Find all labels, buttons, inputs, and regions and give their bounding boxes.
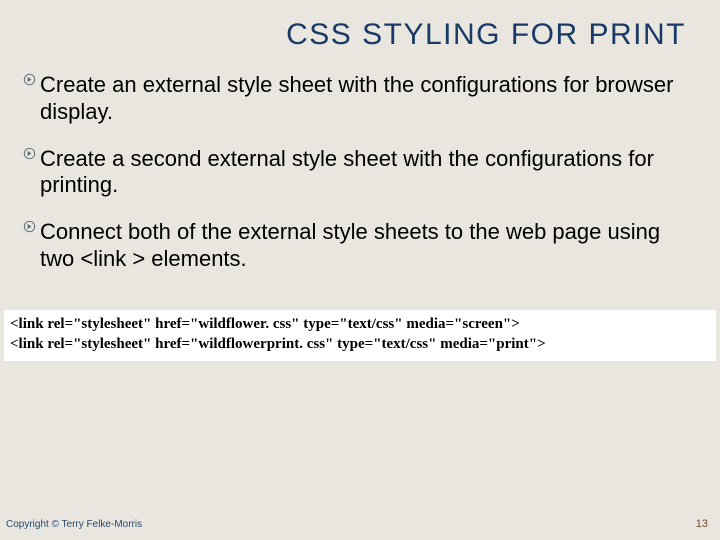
copyright-text: Copyright © Terry Felke-Morris: [6, 519, 142, 530]
code-line: <link rel="stylesheet" href="wildflower.…: [10, 314, 710, 334]
code-line: <link rel="stylesheet" href="wildflowerp…: [10, 334, 710, 354]
code-block: <link rel="stylesheet" href="wildflower.…: [4, 310, 716, 361]
bullet-marker-icon: [22, 72, 37, 87]
bullet-item: Create a second external style sheet wit…: [22, 146, 692, 200]
bullet-text: Create a second external style sheet wit…: [40, 146, 654, 198]
content-area: Create an external style sheet with the …: [22, 72, 692, 293]
bullet-text: Connect both of the external style sheet…: [40, 219, 660, 271]
page-number: 13: [696, 518, 708, 530]
slide-title: CSS STYLING FOR PRINT: [286, 18, 686, 52]
bullet-item: Connect both of the external style sheet…: [22, 219, 692, 273]
bullet-marker-icon: [22, 219, 37, 234]
bullet-item: Create an external style sheet with the …: [22, 72, 692, 126]
slide: CSS STYLING FOR PRINT Create an external…: [0, 0, 720, 540]
bullet-marker-icon: [22, 146, 37, 161]
bullet-text: Create an external style sheet with the …: [40, 72, 673, 124]
